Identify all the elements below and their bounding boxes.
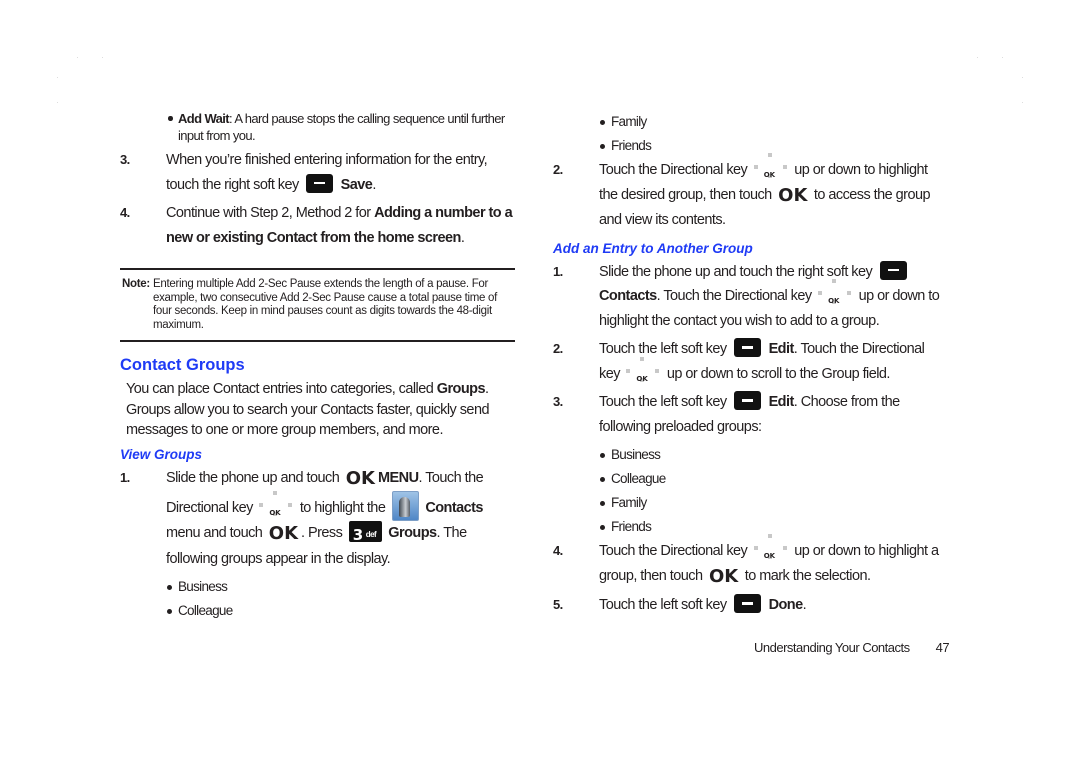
groups-label: Groups xyxy=(388,525,437,541)
left-soft-key-icon xyxy=(734,594,762,613)
crop-mark xyxy=(1022,102,1023,103)
step-number: 3. xyxy=(120,152,130,167)
save-label: Save xyxy=(340,176,373,193)
step-text: Slide the phone up and touch the right s… xyxy=(599,263,873,280)
step-number: 2. xyxy=(553,341,563,356)
subheading-view-groups: View Groups xyxy=(120,446,203,462)
groups-term: Groups xyxy=(436,381,486,397)
edit-label: Edit xyxy=(768,394,795,410)
crop-mark xyxy=(102,57,103,58)
step-text: up or down to scroll to the Group field. xyxy=(666,365,891,382)
add-step-3: 3. Touch the left soft key Edit. Choose … xyxy=(553,390,948,439)
menu-label: MENU xyxy=(378,469,419,486)
group-list-item: Business xyxy=(553,443,948,467)
right-soft-key-icon xyxy=(879,260,907,280)
group-list-item: Friends xyxy=(553,134,948,158)
left-column: Add Wait: A hard pause stops the calling… xyxy=(120,110,515,623)
add-step-5: 5. Touch the left soft key Done. xyxy=(553,593,948,618)
crop-mark xyxy=(77,57,78,58)
directional-key-icon: OK xyxy=(817,279,853,305)
crop-mark xyxy=(57,77,58,78)
ok-key-icon: OK xyxy=(268,523,299,544)
step-text: menu and touch xyxy=(166,525,263,541)
step-text: Touch the left soft key xyxy=(599,394,727,410)
view-step-1: 1. Slide the phone up and touch OK MENU. … xyxy=(120,466,515,572)
group-list-item: Family xyxy=(553,491,948,515)
edit-label: Edit xyxy=(768,341,795,357)
step-number: 4. xyxy=(120,205,130,220)
step-text: Touch the Directional key xyxy=(599,162,748,178)
directional-key-icon: OK xyxy=(753,534,789,560)
page-footer: Understanding Your Contacts 47 xyxy=(754,640,950,655)
step-text: Touch the left soft key xyxy=(599,597,727,613)
step-number: 2. xyxy=(553,162,563,177)
directional-key-icon: OK xyxy=(258,491,294,517)
punctuation: . xyxy=(460,229,465,246)
step-number: 3. xyxy=(553,394,563,409)
step-text: Touch the Directional key xyxy=(599,543,748,559)
step-text: to mark the selection. xyxy=(744,567,871,584)
view-step-2: 2. Touch the Directional key OK up or do… xyxy=(553,153,948,233)
punctuation: . xyxy=(802,597,807,613)
group-list-item: Friends xyxy=(553,515,948,539)
contacts-label: Contacts xyxy=(425,500,483,516)
step-text: to highlight the xyxy=(299,500,386,516)
step-number: 1. xyxy=(120,469,130,485)
left-soft-key-icon xyxy=(734,391,762,410)
step-text: Touch the left soft key xyxy=(599,341,727,357)
ok-key-icon: OK xyxy=(778,184,808,206)
add-step-2: 2. Touch the left soft key Edit. Touch t… xyxy=(553,337,948,386)
directional-key-icon: OK xyxy=(753,153,789,179)
step-4: 4. Continue with Step 2, Method 2 for Ad… xyxy=(120,201,515,250)
intro-text: You can place Contact entries into categ… xyxy=(126,381,437,397)
page-number: 47 xyxy=(935,640,950,655)
crop-mark xyxy=(977,57,978,58)
right-column: Family Friends 2. Touch the Directional … xyxy=(553,110,948,618)
step-text: . Press xyxy=(301,525,343,541)
subheading-add-entry: Add an Entry to Another Group xyxy=(553,240,753,256)
footer-section-title: Understanding Your Contacts xyxy=(754,640,910,655)
key-letters: def xyxy=(365,530,377,539)
bullet-term: Add Wait xyxy=(178,111,230,126)
ok-key-icon: OK xyxy=(345,467,375,489)
add-step-1: 1. Slide the phone up and touch the righ… xyxy=(553,260,948,334)
intro-paragraph: You can place Contact entries into categ… xyxy=(120,379,515,441)
contacts-label: Contacts xyxy=(599,288,657,304)
group-list-item: Colleague xyxy=(120,599,515,623)
step-text: . Touch the Directional key xyxy=(656,288,813,304)
note-box: Note: Entering multiple Add 2-Sec Pause … xyxy=(120,268,515,342)
punctuation: . xyxy=(372,176,376,193)
step-text: Continue with Step 2, Method 2 for xyxy=(166,205,375,221)
sub-bullet-add-wait: Add Wait: A hard pause stops the calling… xyxy=(120,110,515,144)
group-list-item: Business xyxy=(120,575,515,599)
step-number: 5. xyxy=(553,597,563,612)
section-heading: Contact Groups xyxy=(120,356,245,374)
contacts-app-icon xyxy=(391,491,419,521)
group-list-item: Family xyxy=(553,110,948,134)
ok-key-icon: OK xyxy=(709,565,739,587)
step-3: 3. When you’re finished entering informa… xyxy=(120,148,515,197)
group-list-item: Colleague xyxy=(553,467,948,491)
crop-mark xyxy=(1002,57,1003,58)
crop-mark xyxy=(57,102,58,103)
key-3-def-icon: 3 def xyxy=(348,521,382,544)
note-label: Note: xyxy=(122,278,150,290)
directional-key-icon: OK xyxy=(625,356,661,383)
right-soft-key-icon xyxy=(306,173,334,193)
step-number: 1. xyxy=(553,263,563,279)
crop-mark xyxy=(1022,77,1023,78)
step-text: Slide the phone up and touch xyxy=(166,469,340,486)
step-number: 4. xyxy=(553,543,563,558)
key-digit: 3 xyxy=(352,526,363,544)
note-text: Entering multiple Add 2-Sec Pause extend… xyxy=(153,278,497,331)
add-step-4: 4. Touch the Directional key OK up or do… xyxy=(553,534,948,589)
left-soft-key-icon xyxy=(734,338,762,357)
done-label: Done xyxy=(768,597,804,613)
